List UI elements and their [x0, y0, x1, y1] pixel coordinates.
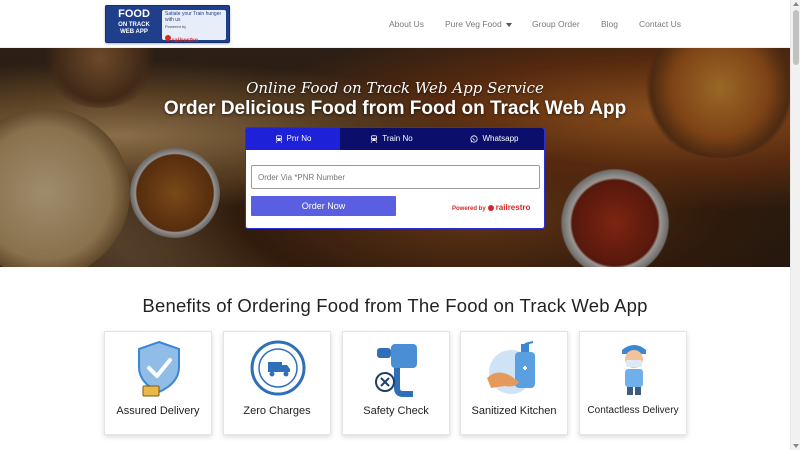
benefit-card-contactless-delivery: Contactless Delivery	[579, 331, 687, 435]
hero-title: Order Delicious Food from Food on Track …	[163, 98, 627, 119]
logo-badge: Satiate your Train hunger with us Powere…	[162, 10, 226, 44]
tab-train-label: Train No	[382, 134, 413, 143]
scrollbar-thumb[interactable]	[793, 10, 799, 65]
thermometer-check-icon	[375, 344, 417, 397]
logo-line-3: WEB APP	[120, 29, 148, 35]
railrestro-logo-icon	[487, 205, 494, 212]
train-icon	[371, 135, 378, 143]
logo-tagline: Satiate your Train hunger with us	[165, 11, 222, 23]
hero-script-title: Online Food on Track Web App Service	[246, 79, 544, 97]
benefit-label: Sanitized Kitchen	[471, 405, 557, 417]
benefit-label: Assured Delivery	[116, 405, 200, 417]
benefit-card-sanitized-kitchen: Sanitized Kitchen	[460, 331, 568, 435]
order-now-button[interactable]: Order Now	[251, 196, 396, 216]
benefits-heading: Benefits of Ordering Food from The Food …	[142, 295, 648, 316]
railrestro-logo-icon	[165, 34, 171, 41]
masked-delivery-person-icon	[622, 345, 646, 395]
benefit-label: Zero Charges	[243, 405, 311, 417]
powered-by-railrestro: Powered by railrestro	[452, 203, 530, 212]
nav-pure-veg-food-label: Pure Veg Food	[445, 19, 502, 29]
page-scrollbar[interactable]	[790, 0, 800, 450]
site-logo[interactable]: FOOD ON TRACK WEB APP Satiate your Train…	[105, 5, 230, 44]
benefit-label: Contactless Delivery	[587, 405, 679, 416]
benefit-card-zero-charges: Zero Charges	[223, 331, 331, 435]
logo-partner: railrestro	[172, 38, 199, 44]
railrestro-wordmark: railrestro	[495, 203, 531, 212]
logo-wordmark: FOOD ON TRACK WEB APP	[112, 8, 156, 36]
scroll-up-icon[interactable]	[793, 2, 799, 6]
tab-pnr-no[interactable]: Pnr No	[246, 128, 340, 150]
tab-whatsapp-label: Whatsapp	[482, 134, 519, 143]
benefit-card-assured-delivery: Assured Delivery	[104, 331, 212, 435]
nav-pure-veg-food[interactable]: Pure Veg Food	[445, 0, 512, 48]
train-icon	[275, 135, 282, 143]
nav-about-us[interactable]: About Us	[389, 0, 424, 48]
scroll-down-icon[interactable]	[793, 444, 799, 448]
pnr-number-input[interactable]	[251, 165, 540, 189]
powered-by-label: Powered by	[452, 206, 486, 212]
logo-line-1: FOOD	[118, 8, 150, 20]
chevron-down-icon	[505, 22, 512, 27]
tab-pnr-label: Pnr No	[286, 134, 312, 143]
logo-line-2: ON TRACK	[118, 22, 150, 28]
shield-check-icon	[138, 340, 180, 397]
page: FOOD ON TRACK WEB APP Satiate your Train…	[0, 0, 800, 450]
benefit-label: Safety Check	[363, 405, 429, 417]
order-tabs: Pnr No Train No Whatsapp	[246, 128, 544, 150]
free-delivery-stamp-icon	[250, 340, 306, 396]
whatsapp-icon	[470, 135, 479, 143]
tab-whatsapp[interactable]: Whatsapp	[443, 128, 544, 150]
nav-contact-us[interactable]: Contact Us	[639, 0, 681, 48]
sanitizer-hand-icon	[487, 341, 535, 394]
nav-blog[interactable]: Blog	[601, 0, 618, 48]
logo-powered-by: Powered by	[165, 24, 187, 29]
nav-group-order[interactable]: Group Order	[532, 0, 580, 48]
benefit-card-safety-check: Safety Check	[342, 331, 450, 435]
order-card: Pnr No Train No Whatsapp Order Now Power…	[245, 127, 545, 229]
site-header: FOOD ON TRACK WEB APP Satiate your Train…	[0, 0, 800, 48]
tab-train-no[interactable]: Train No	[340, 128, 443, 150]
